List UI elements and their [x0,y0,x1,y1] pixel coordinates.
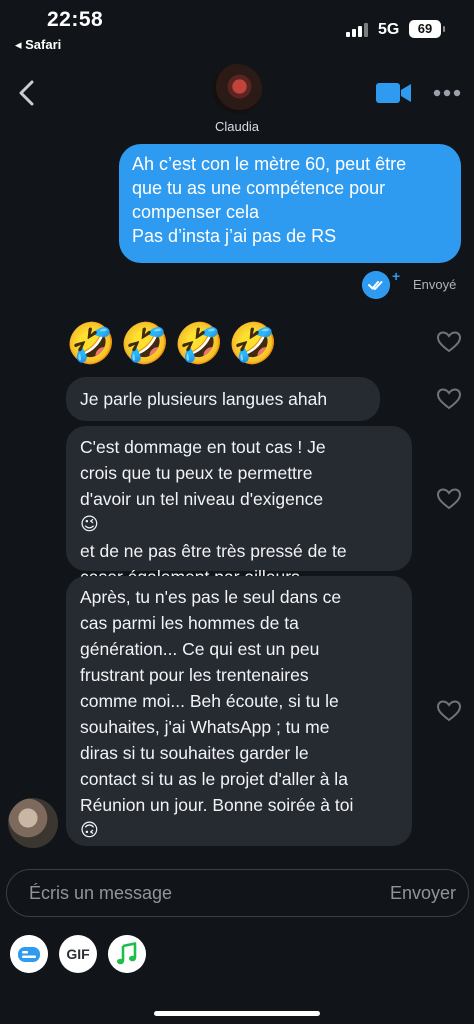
back-chevron-icon[interactable] [16,80,38,106]
gif-button[interactable]: GIF [59,935,97,973]
sent-status: Envoyé [413,277,457,292]
status-time: 22:58 [47,8,104,31]
rofl-emoji: 🤣 [66,321,116,367]
signal-icon [346,23,370,37]
battery-icon: 69 [409,20,445,38]
rofl-emoji: 🤣 [228,321,278,367]
sticker-icon[interactable] [10,935,48,973]
music-note-icon[interactable] [108,935,146,973]
wink-emoji: 😉 [80,514,99,535]
contact-name[interactable]: Claudia [0,119,474,134]
plus-icon: + [392,268,401,284]
message-line: cas parmi les hommes de ta [80,613,299,633]
like-heart-icon[interactable] [436,387,462,411]
message-input[interactable] [29,870,349,916]
message-line: que tu as une compétence pour [132,178,386,198]
received-message-bubble[interactable]: Je parle plusieurs langues ahah [66,377,380,421]
message-line: compenser cela [132,202,260,222]
message-line: frustrant pour les trentenaires [80,665,309,685]
like-heart-icon[interactable] [436,330,462,354]
back-to-app-link[interactable]: ◂ Safari [15,37,61,53]
emoji-message[interactable]: 🤣 🤣 🤣 🤣 [66,320,278,368]
message-line: comme moi... Beh écoute, si tu le [80,691,339,711]
message-line: génération... Ce qui est un peu [80,639,320,659]
message-line: crois que tu peux te permettre [80,463,313,483]
double-check-icon [362,271,390,299]
sent-message-bubble[interactable]: Ah c’est con le mètre 60, peut être que … [119,144,461,263]
message-line: contact si tu as le projet d'aller à la [80,769,348,789]
home-indicator [154,1011,320,1016]
like-heart-icon[interactable] [436,699,462,723]
message-line: d'avoir un tel niveau d'exigence 😉 [80,486,398,538]
message-composer: Envoyer [6,869,469,917]
message-line: C'est dommage en tout cas ! Je [80,437,326,457]
message-text: d'avoir un tel niveau d'exigence [80,489,324,509]
upside-down-face-emoji: 🙃 [80,820,99,841]
sender-avatar[interactable] [8,798,58,848]
network-type: 5G [378,21,400,38]
message-line: Je parle plusieurs langues ahah [80,389,328,409]
more-options-icon[interactable] [433,89,461,97]
message-line: Après, tu n'es pas le seul dans ce [80,587,342,607]
message-line: Ah c’est con le mètre 60, peut être [132,154,407,174]
like-heart-icon[interactable] [436,487,462,511]
message-line: Pas d’insta j’ai pas de RS [132,226,337,246]
back-app-label: Safari [25,37,62,52]
rofl-emoji: 🤣 [120,321,170,367]
video-call-icon[interactable] [376,82,412,104]
chat-header: Claudia [0,58,474,138]
status-bar: 22:58 ◂ Safari 5G 69 [0,0,474,58]
received-message-bubble[interactable]: C'est dommage en tout cas ! Je crois que… [66,426,412,613]
received-message-bubble[interactable]: Après, tu n'es pas le seul dans ce cas p… [66,576,412,846]
contact-avatar[interactable] [212,64,262,114]
send-button[interactable]: Envoyer [390,870,456,916]
message-line: Réunion un jour. Bonne soirée à toi [80,795,354,815]
message-line: diras si tu souhaites garder le [80,743,309,763]
message-line: et de ne pas être très pressé de te [80,541,347,561]
message-line: souhaites, j'ai WhatsApp ; tu me [80,717,330,737]
rofl-emoji: 🤣 [174,321,224,367]
